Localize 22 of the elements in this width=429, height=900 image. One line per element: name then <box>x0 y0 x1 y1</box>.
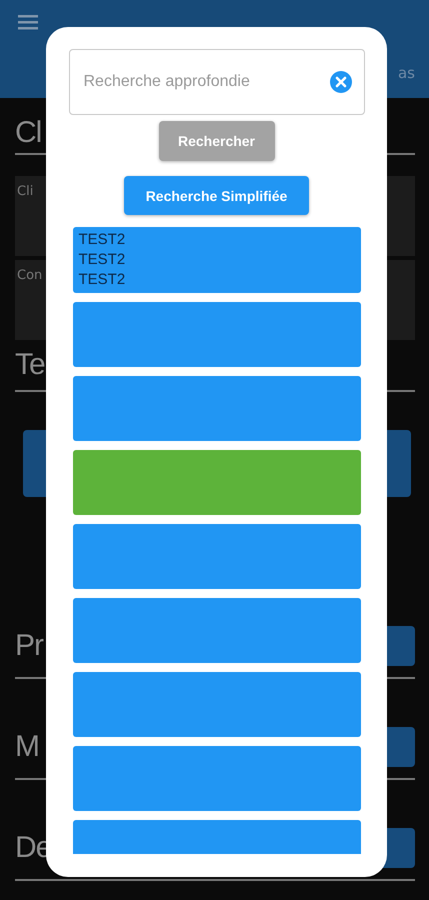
clear-icon[interactable] <box>330 71 352 93</box>
search-field[interactable]: Recherche approfondie <box>68 49 364 115</box>
result-text: TEST2 <box>78 270 126 290</box>
section-title: M <box>15 730 39 764</box>
result-item[interactable] <box>72 672 360 737</box>
result-item[interactable] <box>72 524 360 589</box>
menu-icon[interactable] <box>18 14 38 30</box>
toolbar-action[interactable]: as <box>398 64 415 82</box>
result-item[interactable]: TEST2 TEST2 TEST2 <box>72 227 360 293</box>
result-item[interactable] <box>72 450 360 515</box>
result-item[interactable] <box>72 598 360 663</box>
card-label: Cli <box>17 184 34 199</box>
result-item[interactable] <box>72 376 360 441</box>
card-label: Con <box>17 268 42 283</box>
result-item[interactable] <box>72 302 360 367</box>
section-title: Pr <box>15 629 43 663</box>
result-item[interactable] <box>72 746 360 811</box>
result-text: TEST2 <box>78 230 126 250</box>
simple-search-button[interactable]: Recherche Simplifiée <box>124 176 309 215</box>
section-title: Te <box>15 348 45 382</box>
section-title: Cl <box>15 116 42 150</box>
result-text: TEST2 <box>78 250 126 270</box>
